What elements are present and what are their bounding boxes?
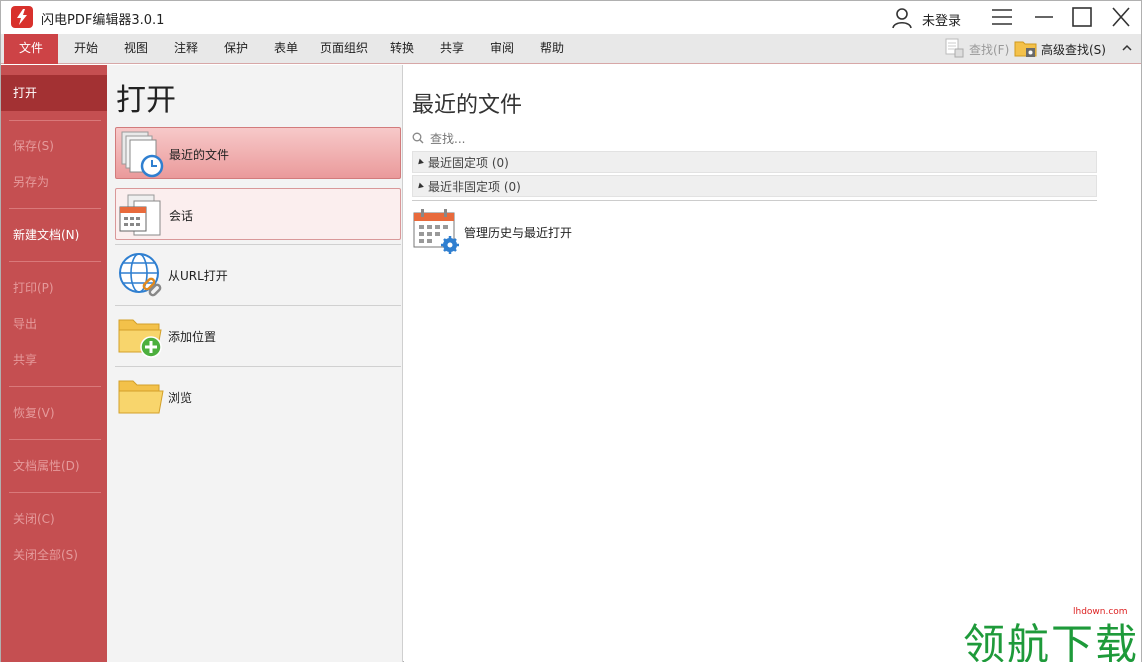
nav-save-as[interactable]: 另存为 bbox=[1, 164, 107, 200]
nav-print[interactable]: 打印(P) bbox=[1, 270, 107, 306]
tab-form[interactable]: 表单 bbox=[264, 34, 308, 64]
nav-divider bbox=[9, 261, 101, 262]
nav-divider bbox=[9, 492, 101, 493]
recent-heading: 最近的文件 bbox=[412, 93, 523, 118]
find-label: 查找(F) bbox=[969, 42, 1010, 57]
manage-history-label: 管理历史与最近打开 bbox=[464, 226, 573, 240]
ribbon-tabs: 文件 开始 视图 注释 保护 表单 页面组织 转换 共享 审阅 帮助 查找(F)… bbox=[1, 34, 1141, 64]
tab-file[interactable]: 文件 bbox=[4, 34, 58, 64]
nav-close-all[interactable]: 关闭全部(S) bbox=[1, 537, 107, 573]
minimize-button[interactable] bbox=[1031, 5, 1057, 29]
manage-history-button[interactable]: 管理历史与最近打开 bbox=[412, 207, 612, 257]
nav-open[interactable]: 打开 bbox=[1, 75, 107, 111]
session-label: 会话 bbox=[169, 209, 194, 223]
nav-new-document[interactable]: 新建文档(N) bbox=[1, 217, 107, 253]
nav-close[interactable]: 关闭(C) bbox=[1, 501, 107, 537]
pinned-group-header[interactable]: 最近固定项 (0) bbox=[412, 151, 1097, 173]
nav-restore[interactable]: 恢复(V) bbox=[1, 395, 107, 431]
folder-add-icon bbox=[117, 312, 165, 360]
advanced-find-button[interactable]: 高级查找(S) bbox=[1014, 38, 1106, 60]
session-icon bbox=[118, 191, 166, 239]
recent-files-icon bbox=[118, 130, 166, 178]
item-divider bbox=[115, 366, 401, 367]
open-options-panel: 打开 最近的文件 会话 从URL打开 添加位置 浏览 bbox=[107, 65, 403, 662]
open-sessions[interactable]: 会话 bbox=[115, 188, 401, 240]
item-divider bbox=[115, 305, 401, 306]
find-icon bbox=[943, 37, 965, 62]
open-heading: 打开 bbox=[116, 83, 176, 118]
globe-link-icon bbox=[117, 251, 165, 299]
add-location[interactable]: 添加位置 bbox=[115, 310, 401, 362]
tab-comment[interactable]: 注释 bbox=[164, 34, 208, 64]
app-window: 闪电PDF编辑器3.0.1 未登录 文件 开始 视图 注释 保护 表单 页面组织… bbox=[0, 0, 1142, 662]
chevron-up-icon[interactable] bbox=[1121, 42, 1133, 57]
app-title: 闪电PDF编辑器3.0.1 bbox=[41, 13, 165, 28]
browse[interactable]: 浏览 bbox=[115, 371, 401, 423]
title-bar: 闪电PDF编辑器3.0.1 未登录 bbox=[1, 1, 1141, 34]
tab-help[interactable]: 帮助 bbox=[530, 34, 574, 64]
nav-divider bbox=[9, 386, 101, 387]
tab-view[interactable]: 视图 bbox=[114, 34, 158, 64]
open-url-label: 从URL打开 bbox=[168, 269, 228, 283]
login-status[interactable]: 未登录 bbox=[922, 10, 961, 29]
unpinned-group-label: 最近非固定项 (0) bbox=[428, 179, 521, 194]
close-button[interactable] bbox=[1108, 5, 1134, 29]
maximize-button[interactable] bbox=[1069, 5, 1095, 29]
nav-export[interactable]: 导出 bbox=[1, 306, 107, 342]
search-icon bbox=[412, 132, 424, 147]
file-backstage-nav: 打开 保存(S) 另存为 新建文档(N) 打印(P) 导出 共享 恢复(V) 文… bbox=[1, 65, 107, 662]
group-divider bbox=[412, 200, 1097, 201]
folder-open-icon bbox=[117, 373, 165, 421]
recent-files-panel: 最近的文件 最近固定项 (0) 最近非固定项 (0) bbox=[404, 65, 1141, 662]
expand-triangle-icon bbox=[416, 158, 424, 166]
nav-save[interactable]: 保存(S) bbox=[1, 128, 107, 164]
recent-search bbox=[412, 129, 1096, 149]
nav-divider bbox=[9, 120, 101, 121]
open-recent-files[interactable]: 最近的文件 bbox=[115, 127, 401, 179]
search-input[interactable] bbox=[430, 132, 1070, 146]
tab-review[interactable]: 审阅 bbox=[480, 34, 524, 64]
watermark-text: 领航下载 bbox=[963, 620, 1140, 662]
calendar-gear-icon bbox=[412, 207, 460, 258]
advanced-find-icon bbox=[1014, 37, 1038, 62]
app-logo-icon bbox=[11, 6, 33, 28]
watermark-logo: 领航下载 lhdown.com bbox=[963, 607, 1142, 662]
recent-files-label: 最近的文件 bbox=[169, 148, 230, 162]
unpinned-group-header[interactable]: 最近非固定项 (0) bbox=[412, 175, 1097, 197]
nav-share[interactable]: 共享 bbox=[1, 342, 107, 378]
item-divider bbox=[115, 244, 401, 245]
nav-divider bbox=[9, 208, 101, 209]
open-from-url[interactable]: 从URL打开 bbox=[115, 249, 401, 301]
tab-page-organize[interactable]: 页面组织 bbox=[314, 34, 374, 64]
watermark-url: lhdown.com bbox=[1071, 607, 1130, 617]
tab-convert[interactable]: 转换 bbox=[380, 34, 424, 64]
nav-document-properties[interactable]: 文档属性(D) bbox=[1, 448, 107, 484]
menu-icon[interactable] bbox=[989, 5, 1015, 29]
add-location-label: 添加位置 bbox=[168, 330, 217, 344]
browse-label: 浏览 bbox=[168, 391, 193, 405]
tab-protect[interactable]: 保护 bbox=[214, 34, 258, 64]
tab-share[interactable]: 共享 bbox=[430, 34, 474, 64]
nav-divider bbox=[9, 439, 101, 440]
pinned-group-label: 最近固定项 (0) bbox=[428, 155, 509, 170]
expand-triangle-icon bbox=[416, 182, 424, 190]
tab-start[interactable]: 开始 bbox=[64, 34, 108, 64]
user-icon[interactable] bbox=[891, 7, 913, 32]
advanced-find-label: 高级查找(S) bbox=[1041, 42, 1106, 57]
find-button[interactable]: 查找(F) bbox=[943, 38, 1009, 60]
